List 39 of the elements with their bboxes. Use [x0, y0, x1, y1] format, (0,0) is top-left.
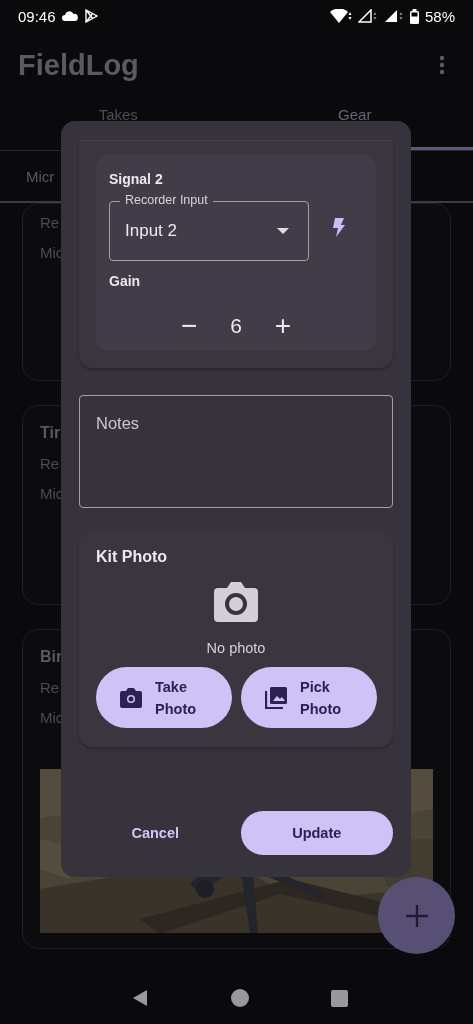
section-title: Kit Photo — [96, 548, 168, 566]
caret-icon — [277, 228, 289, 234]
back-icon[interactable] — [131, 989, 149, 1007]
card-text: Mic — [40, 485, 64, 502]
signal-icon — [357, 9, 378, 23]
pick-photo-button[interactable]: Pick Photo — [240, 667, 377, 728]
camera-icon — [120, 687, 142, 708]
gain-value: 6 — [230, 314, 242, 338]
card-title: Tir — [40, 424, 61, 442]
home-icon[interactable] — [231, 989, 249, 1007]
gain-label: Gain — [109, 273, 142, 289]
lightning-icon[interactable] — [333, 217, 345, 237]
battery-level: 58% — [424, 7, 455, 25]
card-text: Re — [40, 679, 60, 696]
card-title: Bir — [40, 648, 63, 666]
card-text: Mic — [40, 709, 64, 726]
cancel-button[interactable]: Cancel — [79, 811, 232, 855]
empty-text: No photo — [206, 640, 266, 656]
play-icon — [83, 9, 98, 23]
notes-field[interactable]: Notes — [80, 396, 392, 507]
battery-icon — [409, 8, 419, 24]
card-text: Mic — [40, 244, 64, 261]
section-title: Signal 2 — [109, 171, 164, 187]
card-text: Re — [40, 214, 60, 231]
decrement-button[interactable]: − — [178, 312, 201, 340]
increment-button[interactable]: + — [271, 312, 294, 340]
update-button[interactable]: Update — [240, 811, 393, 855]
wifi-icon — [329, 9, 352, 23]
take-photo-button[interactable]: Take Photo — [95, 667, 232, 728]
card-text: Re — [40, 455, 60, 472]
add-icon — [405, 904, 428, 927]
status-time: 09:46 — [18, 7, 56, 25]
signal-icon — [383, 9, 404, 23]
camera-icon — [214, 582, 258, 622]
image-stack-icon — [265, 686, 287, 709]
more-options-icon[interactable] — [439, 55, 445, 75]
app-title: FieldLog — [18, 48, 139, 82]
cloud-icon — [61, 11, 78, 21]
recents-icon[interactable] — [331, 989, 348, 1007]
